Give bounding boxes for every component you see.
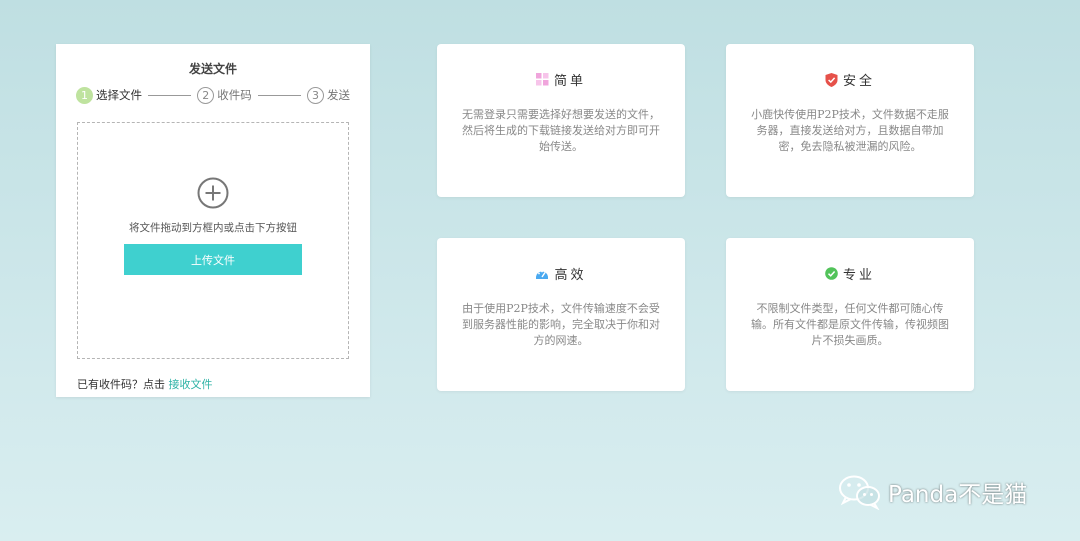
step-label: 收件码 <box>217 88 252 102</box>
upload-file-button[interactable]: 上传文件 <box>124 244 302 275</box>
feature-card-professional: 专业 不限制文件类型，任何文件都可随心传输。所有文件都是原文件传输，传视频图片不… <box>726 238 974 391</box>
feature-card-secure: 安全 小鹿快传使用P2P技术，文件数据不走服务器，直接发送给对方，且数据自带加密… <box>726 44 974 197</box>
receive-prompt: 已有收件码？点击 接收文件 <box>77 376 213 392</box>
step-number: 1 <box>76 86 93 104</box>
card-title: 专业 <box>842 268 875 283</box>
watermark-text: Panda不是猫 <box>888 482 1028 508</box>
file-drop-zone[interactable]: 将文件拖动到方框内或点击下方按钮 上传文件 <box>77 122 349 359</box>
upload-panel: 发送文件 1 选择文件 2 收件码 3 发送 将文件拖动到方框内或点击下方按钮 … <box>56 44 370 397</box>
feature-card-efficient: 高效 由于使用P2P技术，文件传输速度不会受到服务器性能的影响，完全取决于你和对… <box>437 238 685 391</box>
card-title: 高效 <box>554 268 587 283</box>
step-select-file: 1 选择文件 <box>76 86 142 104</box>
wechat-icon <box>839 475 880 510</box>
step-connector <box>257 94 301 96</box>
panel-title: 发送文件 <box>188 62 237 76</box>
card-header: 高效 <box>437 264 685 283</box>
speed-icon <box>536 270 549 279</box>
feature-card-simple: 简单 无需登录只需要选择好想要发送的文件，然后将生成的下载链接发送给对方即可开始… <box>437 44 685 197</box>
card-header: 简单 <box>437 70 685 89</box>
receive-prompt-text: 已有收件码？点击 <box>77 378 165 391</box>
step-label: 选择文件 <box>96 88 142 102</box>
step-indicator: 1 选择文件 2 收件码 3 发送 <box>76 85 350 105</box>
grid-icon <box>535 73 549 86</box>
receive-file-link[interactable]: 接收文件 <box>169 378 213 391</box>
watermark: Panda不是猫 <box>838 474 1027 510</box>
step-connector <box>148 94 192 96</box>
card-title: 简单 <box>553 74 586 89</box>
step-number: 3 <box>307 86 324 104</box>
step-code: 2 收件码 <box>197 86 252 104</box>
card-description: 不限制文件类型，任何文件都可随心传输。所有文件都是原文件传输，传视频图片不损失画… <box>751 302 949 347</box>
card-description: 由于使用P2P技术，文件传输速度不会受到服务器性能的影响，完全取决于你和对方的网… <box>462 302 660 347</box>
step-label: 发送 <box>327 88 350 102</box>
card-title: 安全 <box>842 74 875 89</box>
drop-hint: 将文件拖动到方框内或点击下方按钮 <box>129 222 297 234</box>
step-send: 3 发送 <box>307 86 350 104</box>
check-icon <box>825 267 838 280</box>
card-header: 专业 <box>726 264 974 283</box>
shield-icon <box>825 72 838 87</box>
card-description: 小鹿快传使用P2P技术，文件数据不走服务器，直接发送给对方，且数据自带加密，免去… <box>751 108 949 153</box>
card-description: 无需登录只需要选择好想要发送的文件，然后将生成的下载链接发送给对方即可开始传送。 <box>462 108 660 153</box>
card-header: 安全 <box>726 70 974 89</box>
step-number: 2 <box>197 86 215 104</box>
add-circle-icon[interactable] <box>197 177 229 209</box>
